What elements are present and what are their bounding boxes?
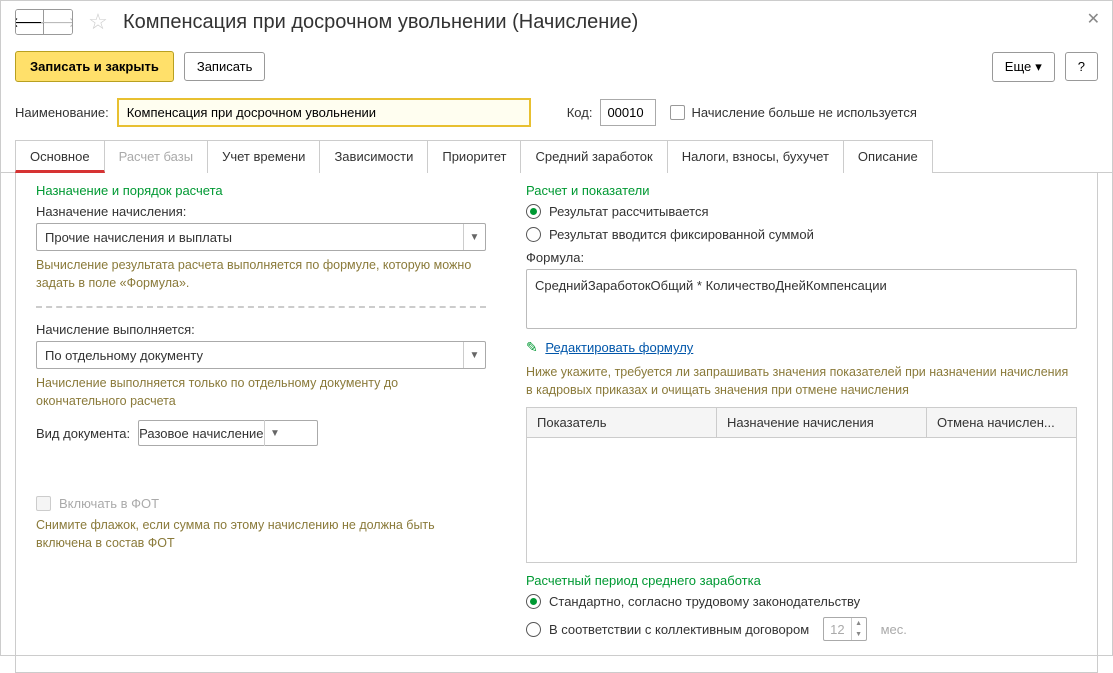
purpose-label: Назначение начисления: [36,204,486,219]
include-fot-checkbox [36,496,51,511]
pencil-icon: ✎ [526,339,538,355]
spin-up-icon[interactable]: ▲ [852,618,866,629]
tab-avg-earn[interactable]: Средний заработок [520,140,667,173]
tab-base-calc[interactable]: Расчет базы [104,140,209,173]
formula-label: Формула: [526,250,1077,265]
not-used-label: Начисление больше не используется [691,105,916,120]
section-calc-title: Расчет и показатели [526,183,1077,198]
tab-time[interactable]: Учет времени [207,140,320,173]
tab-priority[interactable]: Приоритет [427,140,521,173]
save-button[interactable]: Записать [184,52,266,81]
chevron-down-icon: ▼ [463,224,485,250]
help-button[interactable]: ? [1065,52,1098,81]
radio-period-std-label: Стандартно, согласно трудовому законодат… [549,594,860,609]
th-cancel: Отмена начислен... [927,408,1076,437]
exec-label: Начисление выполняется: [36,322,486,337]
exec-select[interactable]: По отдельному документу ▼ [36,341,486,369]
indicators-info: Ниже укажите, требуется ли запрашивать з… [526,364,1077,399]
name-label: Наименование: [15,105,109,120]
purpose-hint: Вычисление результата расчета выполняетс… [36,257,486,292]
nav-forward-button[interactable]: 🡒 [44,10,72,34]
period-section-title: Расчетный период среднего заработка [526,573,1077,588]
name-input[interactable] [117,98,531,127]
months-spinner[interactable]: 12 ▲ ▼ [823,617,866,641]
tab-main[interactable]: Основное [15,140,105,173]
indicators-table-header: Показатель Назначение начисления Отмена … [526,407,1077,438]
tab-description[interactable]: Описание [843,140,933,173]
tabs: Основное Расчет базы Учет времени Зависи… [1,139,1112,173]
radio-period-coll[interactable] [526,622,541,637]
radio-result-fixed[interactable] [526,227,541,242]
radio-period-std[interactable] [526,594,541,609]
purpose-select[interactable]: Прочие начисления и выплаты ▼ [36,223,486,251]
save-close-button[interactable]: Записать и закрыть [15,51,174,82]
edit-formula-link[interactable]: Редактировать формулу [545,340,693,355]
chevron-down-icon: ▼ [264,420,286,446]
radio-result-calc[interactable] [526,204,541,219]
code-label: Код: [567,105,593,120]
radio-result-fixed-label: Результат вводится фиксированной суммой [549,227,814,242]
include-fot-label: Включать в ФОТ [59,496,159,511]
tab-taxes[interactable]: Налоги, взносы, бухучет [667,140,844,173]
code-input[interactable] [600,99,656,126]
more-button[interactable]: Еще ▾ [992,52,1055,82]
section-purpose-title: Назначение и порядок расчета [36,183,486,198]
fot-hint: Снимите флажок, если сумма по этому начи… [36,517,486,552]
spin-down-icon[interactable]: ▼ [852,629,866,640]
tab-depends[interactable]: Зависимости [319,140,428,173]
chevron-down-icon: ▼ [463,342,485,368]
formula-box[interactable]: СреднийЗаработокОбщий * КоличествоДнейКо… [526,269,1077,329]
doc-type-label: Вид документа: [36,426,130,441]
window-title: Компенсация при досрочном увольнении (На… [123,11,638,34]
chevron-down-icon: ▾ [1035,59,1042,75]
close-icon[interactable]: ✕ [1087,9,1100,29]
months-label: мес. [881,622,907,637]
favorite-star-icon[interactable]: ☆ [87,11,109,33]
th-indicator: Показатель [527,408,717,437]
radio-period-coll-label: В соответствии с коллективным договором [549,622,809,637]
th-assign: Назначение начисления [717,408,927,437]
nav-buttons: 🡐 🡒 [15,9,73,35]
indicators-table-body[interactable] [526,438,1077,563]
not-used-checkbox[interactable] [670,105,685,120]
doc-type-select[interactable]: Разовое начисление ▼ [138,420,318,446]
radio-result-calc-label: Результат рассчитывается [549,204,709,219]
exec-hint: Начисление выполняется только по отдельн… [36,375,486,410]
